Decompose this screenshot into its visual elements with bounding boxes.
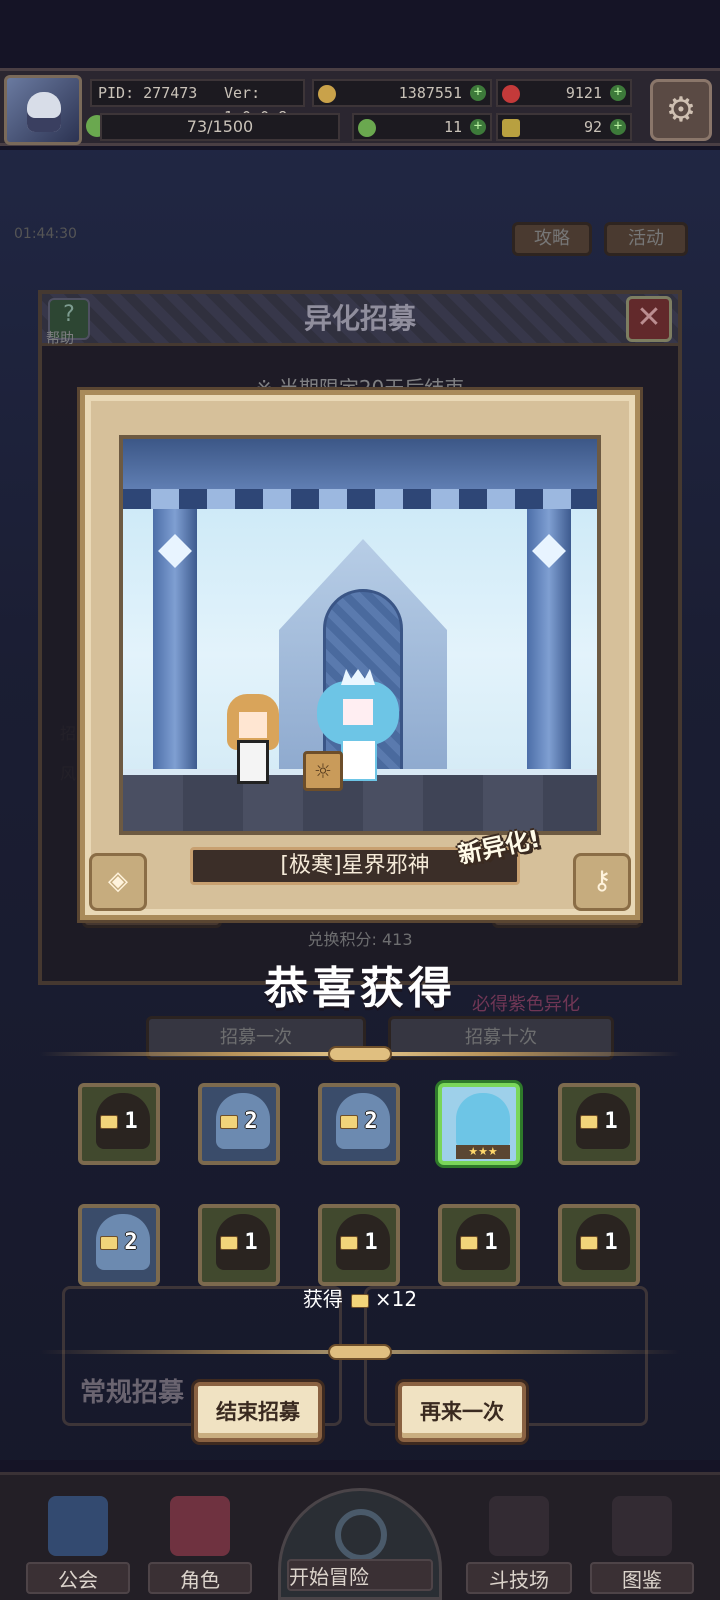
regular-recruit-label: 常规招募	[80, 1378, 185, 1408]
top-status-bar: PID: 277473 Ver: 1.0.0.8 1387551 + 9121 …	[0, 68, 720, 146]
exchange-points: 兑换积分: 413	[307, 930, 413, 949]
obtain-summary: 获得 ×12	[0, 1283, 720, 1312]
rarity-stars: ★★★	[456, 1145, 510, 1159]
temple-beam	[123, 439, 597, 509]
nav-guild[interactable]: 公会	[26, 1478, 130, 1600]
fragment-icon	[340, 1115, 359, 1129]
ticket-counter: 92 +	[496, 113, 632, 141]
reward-qty: 1	[604, 1230, 618, 1255]
add-gold-icon[interactable]: +	[470, 85, 486, 101]
fragment-icon	[580, 1236, 599, 1250]
nav-character[interactable]: 角色	[148, 1478, 252, 1600]
strategy-button[interactable]: 攻略	[512, 222, 592, 256]
clover-small-icon	[358, 119, 376, 137]
reward-tile-new-character[interactable]: ★★★	[438, 1083, 520, 1165]
help-label: 帮助	[46, 331, 74, 347]
pid-version-panel: PID: 277473 Ver: 1.0.0.8	[90, 79, 305, 126]
nav-arena[interactable]: 斗技场	[466, 1478, 572, 1600]
player-avatar[interactable]	[4, 75, 82, 145]
reward-qty: 1	[484, 1230, 498, 1255]
companion-sprite	[223, 694, 285, 784]
guild-icon	[48, 1496, 108, 1556]
reward-tile[interactable]: 1	[78, 1083, 160, 1165]
gem-value: 9121	[565, 84, 602, 102]
fragment-icon	[350, 1293, 369, 1308]
ice-temple-scene	[119, 435, 601, 835]
reward-tile[interactable]: 1	[318, 1204, 400, 1286]
bottom-divider-ornament	[328, 1344, 392, 1360]
panel-title: 异化招募	[42, 294, 678, 346]
gold-counter: 1387551 +	[312, 79, 492, 107]
add-clover-icon[interactable]: +	[470, 119, 486, 135]
top-divider-ornament	[328, 1046, 392, 1062]
clover-value: 11	[443, 118, 462, 136]
reward-tile[interactable]: 1	[558, 1204, 640, 1286]
reward-tile[interactable]: 2	[78, 1204, 160, 1286]
close-button[interactable]: ✕	[626, 296, 672, 342]
nav-arena-label: 斗技场	[466, 1562, 572, 1594]
eye-view-icon[interactable]: ◈	[89, 853, 147, 911]
reward-tile[interactable]: 1	[558, 1083, 640, 1165]
nav-codex[interactable]: 图鉴	[590, 1478, 694, 1600]
key-icon[interactable]: ⚷	[573, 853, 631, 911]
crossed-swords-icon	[489, 1496, 549, 1556]
nav-guild-label: 公会	[26, 1562, 130, 1594]
obtain-count: ×12	[374, 1287, 418, 1311]
end-recruit-button[interactable]: 结束招募	[194, 1382, 322, 1442]
settings-gear-icon[interactable]: ⚙	[650, 79, 712, 141]
xp-value: 73/1500	[186, 117, 254, 136]
ruby-gem-icon	[502, 85, 520, 103]
fragment-icon	[220, 1115, 239, 1129]
fragment-icon	[460, 1236, 479, 1250]
reward-qty: 1	[244, 1230, 258, 1255]
fragment-icon	[220, 1236, 239, 1250]
xp-bar: 73/1500	[100, 113, 340, 141]
clover-counter: 11 +	[352, 113, 492, 141]
fragment-icon	[100, 1236, 119, 1250]
character-icon	[170, 1496, 230, 1556]
reward-qty: 1	[604, 1109, 618, 1134]
nav-character-label: 角色	[148, 1562, 252, 1594]
add-gem-icon[interactable]: +	[610, 85, 626, 101]
reward-tile[interactable]: 1	[438, 1204, 520, 1286]
nav-adventure-label: 开始冒险	[287, 1559, 433, 1591]
congrats-heading: 恭喜获得	[264, 963, 456, 1014]
reward-tile[interactable]: 1	[198, 1204, 280, 1286]
reward-qty: 2	[244, 1109, 258, 1134]
gold-value: 1387551	[398, 84, 462, 102]
recruit-again-button[interactable]: 再来一次	[398, 1382, 526, 1442]
faction-medal-icon: ☼	[303, 751, 343, 791]
gem-counter: 9121 +	[496, 79, 632, 107]
left-pillar	[153, 509, 197, 809]
reward-tile[interactable]: 2	[318, 1083, 400, 1165]
pid-label: PID: 277473	[98, 84, 198, 102]
reward-qty: 1	[364, 1230, 378, 1255]
fragment-icon	[340, 1236, 359, 1250]
fragment-icon	[100, 1115, 119, 1129]
character-reveal-card: ☼ [极寒]星界邪神 新异化! ◈ ⚷	[80, 390, 640, 920]
reward-qty: 2	[124, 1230, 138, 1255]
right-pillar	[527, 509, 571, 809]
reward-qty: 2	[364, 1109, 378, 1134]
reward-tile[interactable]: 2	[198, 1083, 280, 1165]
event-button[interactable]: 活动	[604, 222, 688, 256]
gold-coin-icon	[318, 85, 336, 103]
ticket-icon	[502, 119, 520, 137]
obtain-prefix: 获得	[302, 1287, 343, 1311]
ticket-value: 92	[583, 118, 602, 136]
event-timer: 01:44:30	[14, 226, 77, 242]
fragment-icon	[580, 1115, 599, 1129]
magnifier-icon	[335, 1509, 387, 1561]
codex-book-icon	[612, 1496, 672, 1556]
reward-qty: 1	[124, 1109, 138, 1134]
nav-codex-label: 图鉴	[590, 1562, 694, 1594]
add-ticket-icon[interactable]: +	[610, 119, 626, 135]
